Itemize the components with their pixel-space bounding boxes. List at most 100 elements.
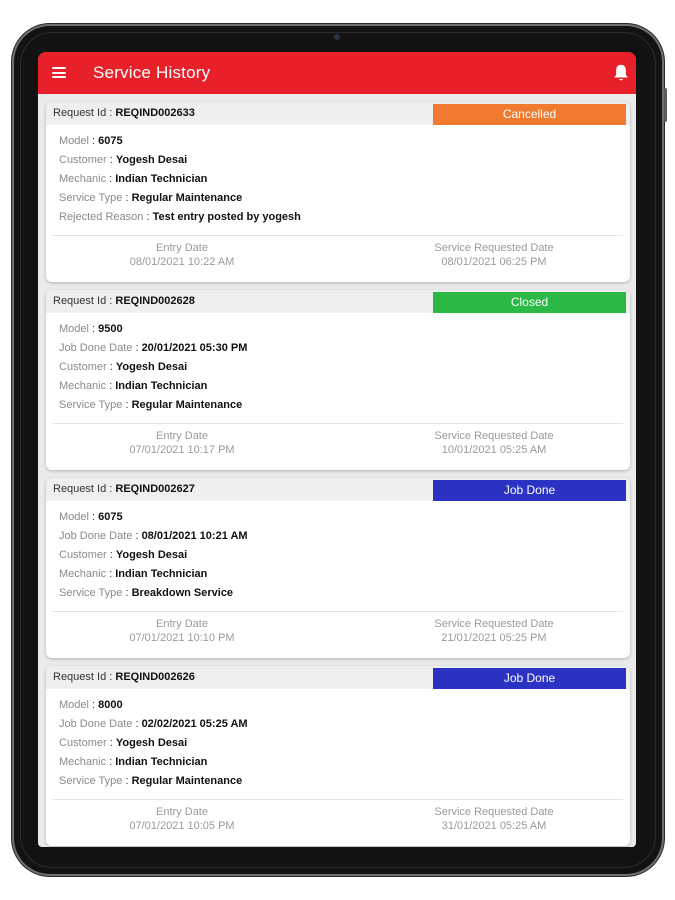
field-label: Model: [59, 135, 89, 147]
entry-date-value: 07/01/2021 10:05 PM: [129, 820, 235, 832]
field-label: Model: [59, 511, 89, 523]
card-header: Request Id : REQIND002628 Closed: [46, 290, 630, 313]
entry-date: Entry Date 07/01/2021 10:17 PM: [46, 429, 328, 463]
request-id: Request Id : REQIND002627: [53, 483, 195, 495]
field-value: 20/01/2021 05:30 PM: [141, 342, 248, 354]
card-dates: Entry Date 07/01/2021 10:05 PM Service Re…: [46, 805, 630, 839]
entry-date-label: Entry Date: [156, 806, 208, 818]
card-header: Request Id : REQIND002633 Cancelled: [46, 102, 630, 125]
divider: [53, 799, 623, 800]
request-id-value: REQIND002633: [115, 107, 195, 119]
field-label: Customer: [59, 154, 107, 166]
field-value: Indian Technician: [115, 380, 208, 392]
service-requested-date: Service Requested Date 10/01/2021 05:25 A…: [328, 429, 630, 463]
request-id: Request Id : REQIND002633: [53, 107, 195, 119]
service-card[interactable]: Request Id : REQIND002626 Job Done Model…: [46, 666, 630, 846]
service-card[interactable]: Request Id : REQIND002633 Cancelled Mode…: [46, 102, 630, 282]
card-details: Model : 6075 Customer : Yogesh Desai Mec…: [46, 125, 630, 227]
detail-row: Service Type : Breakdown Service: [59, 587, 234, 599]
field-value: 9500: [98, 323, 123, 335]
request-id: Request Id : REQIND002626: [53, 671, 195, 683]
entry-date-value: 07/01/2021 10:17 PM: [129, 444, 235, 456]
field-label: Service Type: [59, 399, 123, 411]
field-label: Job Done Date: [59, 530, 133, 542]
request-id-value: REQIND002627: [115, 483, 195, 495]
service-requested-date-label: Service Requested Date: [434, 430, 554, 442]
service-card[interactable]: Request Id : REQIND002628 Closed Model :…: [46, 290, 630, 470]
field-value: 08/01/2021 10:21 AM: [141, 530, 248, 542]
divider: [53, 423, 623, 424]
detail-row: Service Type : Regular Maintenance: [59, 399, 243, 411]
card-header: Request Id : REQIND002627 Job Done: [46, 478, 630, 501]
page-title: Service History: [93, 63, 211, 82]
field-value: Regular Maintenance: [131, 775, 243, 787]
status-badge: Closed: [433, 292, 626, 313]
card-dates: Entry Date 07/01/2021 10:10 PM Service Re…: [46, 617, 630, 651]
card-dates: Entry Date 07/01/2021 10:17 PM Service Re…: [46, 429, 630, 463]
field-value: Regular Maintenance: [131, 192, 243, 204]
card-details: Model : 9500 Job Done Date : 20/01/2021 …: [46, 313, 630, 415]
detail-row: Model : 9500: [59, 323, 123, 335]
field-value: Regular Maintenance: [131, 399, 243, 411]
detail-row: Mechanic : Indian Technician: [59, 173, 208, 185]
entry-date: Entry Date 07/01/2021 10:10 PM: [46, 617, 328, 651]
entry-date: Entry Date 07/01/2021 10:05 PM: [46, 805, 328, 839]
field-label: Model: [59, 699, 89, 711]
field-value: Indian Technician: [115, 173, 208, 185]
request-id-value: REQIND002628: [115, 295, 195, 307]
field-label: Job Done Date: [59, 342, 133, 354]
service-requested-date-value: 31/01/2021 05:25 AM: [441, 820, 547, 832]
service-requested-date-label: Service Requested Date: [434, 618, 554, 630]
detail-row: Rejected Reason : Test entry posted by y…: [59, 211, 301, 223]
field-label: Mechanic: [59, 568, 107, 580]
detail-row: Job Done Date : 08/01/2021 10:21 AM: [59, 530, 248, 542]
service-card[interactable]: Request Id : REQIND002627 Job Done Model…: [46, 478, 630, 658]
service-requested-date-value: 10/01/2021 05:25 AM: [441, 444, 547, 456]
detail-row: Customer : Yogesh Desai: [59, 737, 188, 749]
detail-row: Model : 6075: [59, 135, 123, 147]
field-label: Model: [59, 323, 89, 335]
request-id: Request Id : REQIND002628: [53, 295, 195, 307]
field-label: Customer: [59, 361, 107, 373]
request-id-label: Request Id :: [53, 671, 116, 683]
field-label: Customer: [59, 737, 107, 749]
field-value: Yogesh Desai: [115, 737, 188, 749]
side-button: [664, 88, 667, 122]
field-value: 6075: [98, 135, 123, 147]
detail-row: Service Type : Regular Maintenance: [59, 192, 243, 204]
field-label: Service Type: [59, 587, 123, 599]
bell-icon[interactable]: [612, 63, 630, 83]
status-badge: Job Done: [433, 480, 626, 501]
field-value: Yogesh Desai: [115, 361, 188, 373]
hamburger-menu-icon[interactable]: [52, 67, 66, 78]
status-badge: Job Done: [433, 668, 626, 689]
detail-row: Job Done Date : 20/01/2021 05:30 PM: [59, 342, 248, 354]
entry-date-label: Entry Date: [156, 242, 208, 254]
entry-date-label: Entry Date: [156, 430, 208, 442]
field-value: 8000: [98, 699, 123, 711]
request-id-value: REQIND002626: [115, 671, 195, 683]
service-requested-date: Service Requested Date 21/01/2021 05:25 P…: [328, 617, 630, 651]
field-label: Job Done Date: [59, 718, 133, 730]
detail-row: Mechanic : Indian Technician: [59, 380, 208, 392]
service-requested-date: Service Requested Date 08/01/2021 06:25 P…: [328, 241, 630, 275]
field-value: 6075: [98, 511, 123, 523]
field-label: Service Type: [59, 192, 123, 204]
detail-row: Model : 8000: [59, 699, 123, 711]
card-header: Request Id : REQIND002626 Job Done: [46, 666, 630, 689]
entry-date-label: Entry Date: [156, 618, 208, 630]
field-value: Yogesh Desai: [115, 154, 188, 166]
service-requested-date-label: Service Requested Date: [434, 242, 554, 254]
camera-icon: [334, 34, 340, 40]
detail-row: Customer : Yogesh Desai: [59, 549, 188, 561]
field-value: Test entry posted by yogesh: [152, 211, 301, 223]
entry-date-value: 08/01/2021 10:22 AM: [129, 256, 235, 268]
detail-row: Model : 6075: [59, 511, 123, 523]
field-value: Indian Technician: [115, 568, 208, 580]
request-id-label: Request Id :: [53, 483, 116, 495]
field-value: Indian Technician: [115, 756, 208, 768]
field-label: Mechanic: [59, 380, 107, 392]
field-value: 02/02/2021 05:25 AM: [141, 718, 248, 730]
detail-row: Mechanic : Indian Technician: [59, 568, 208, 580]
divider: [53, 611, 623, 612]
